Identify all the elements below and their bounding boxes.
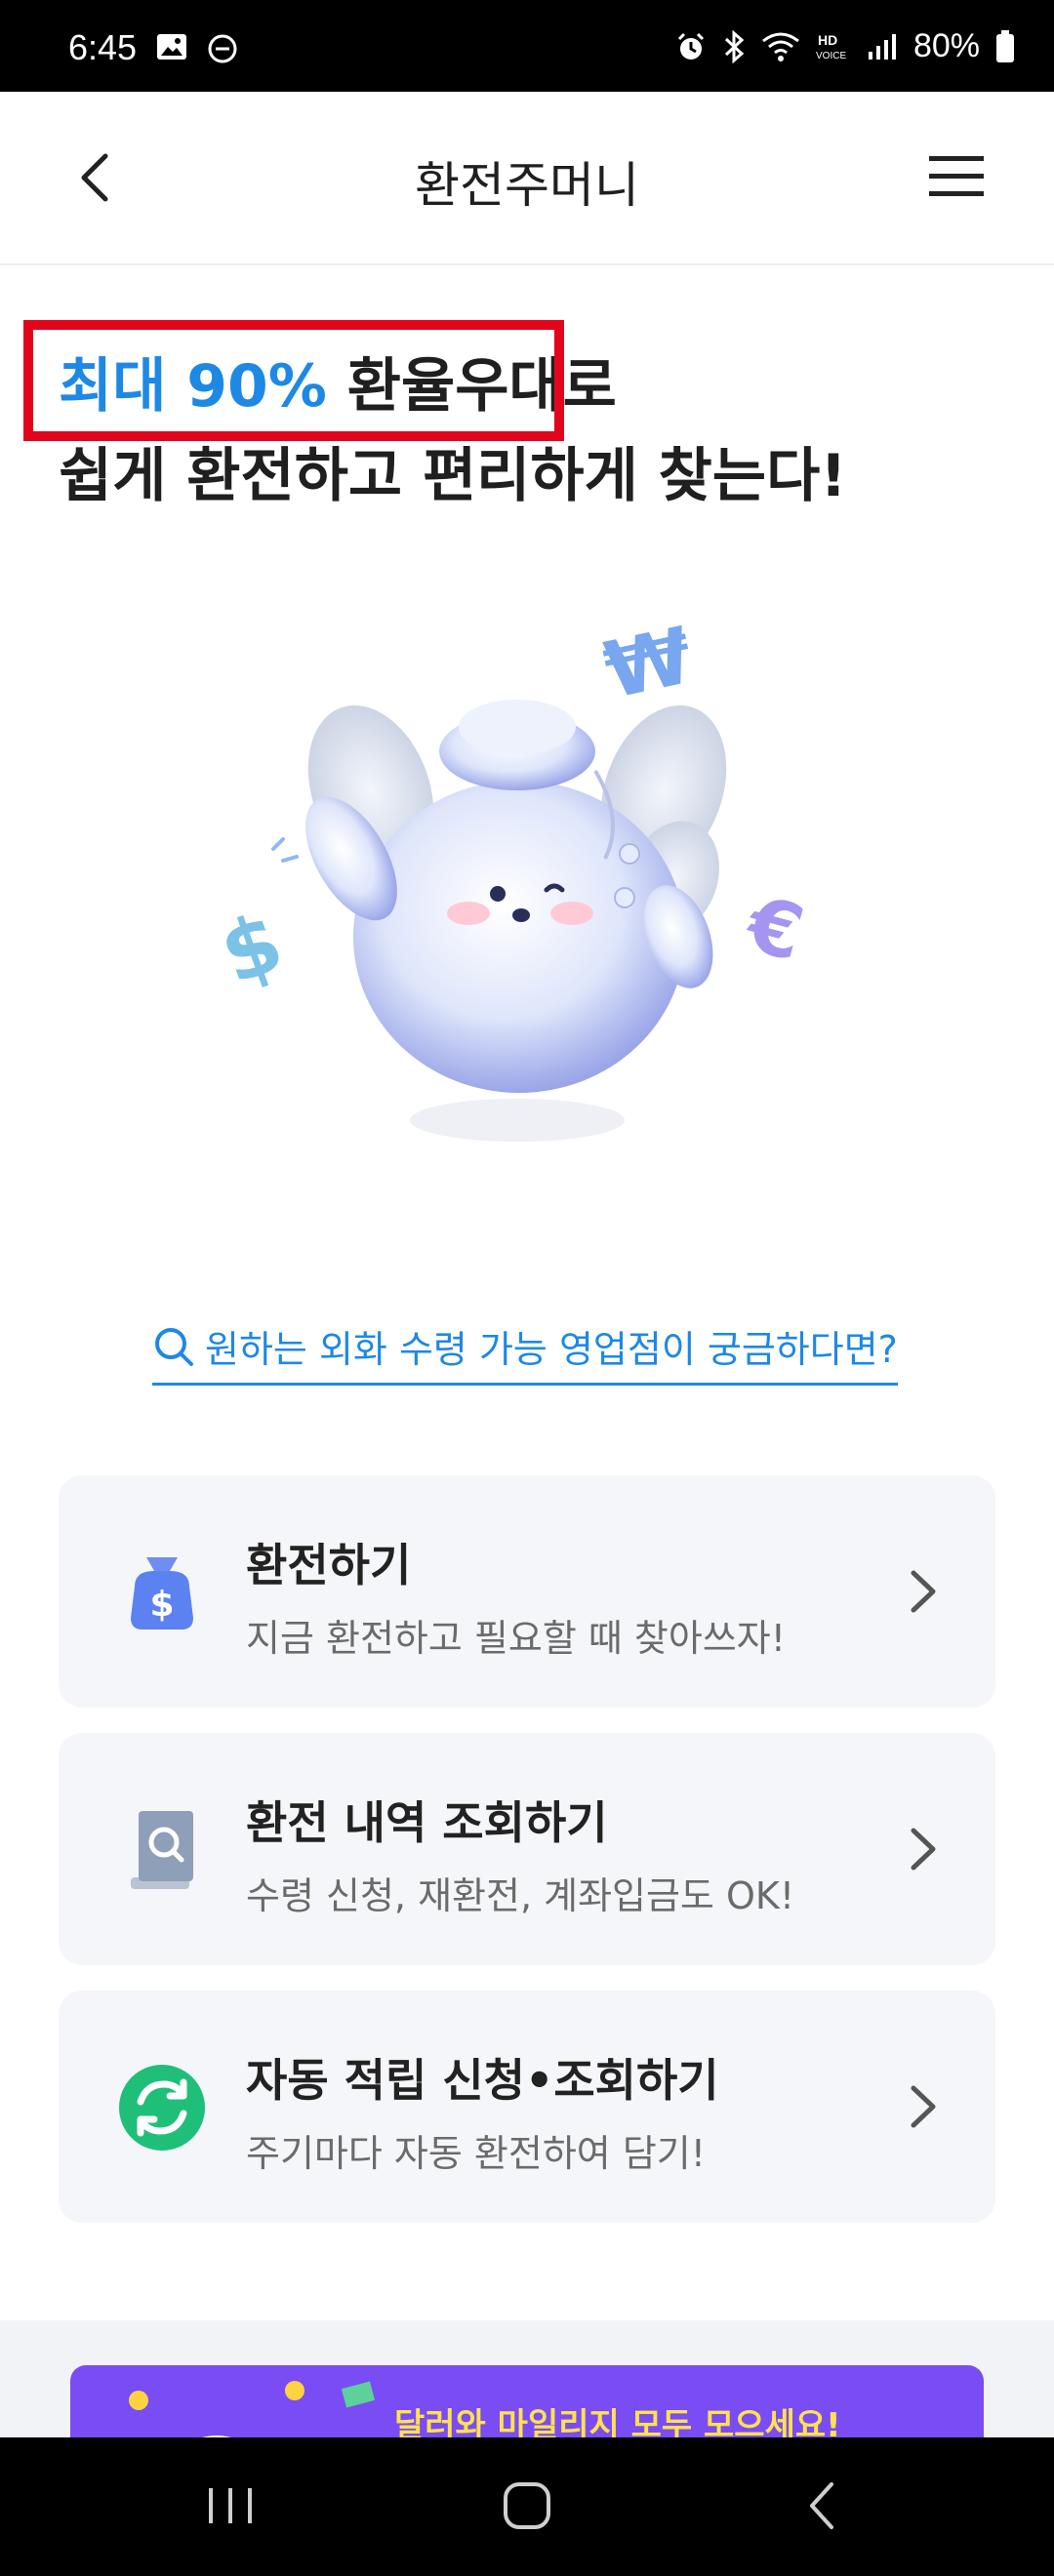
status-time: 6:45 [68, 27, 138, 67]
home-icon[interactable] [496, 2476, 558, 2535]
document-search-icon [131, 1811, 193, 1889]
svg-text:$: $ [149, 1585, 174, 1625]
svg-text:₩: ₩ [597, 610, 701, 716]
svg-text:HD: HD [818, 32, 837, 48]
gallery-icon [157, 34, 186, 60]
bluetooth-icon [724, 29, 745, 63]
auto-saving-card[interactable]: 자동 적립 신청•조회하기 주기마다 자동 환전하여 담기! [59, 1991, 995, 2223]
hd-voice-icon: HD VOICE [816, 32, 846, 61]
back-nav-icon[interactable] [792, 2476, 855, 2535]
headline-line2: 쉽게 환전하고 편리하게 찾는다! [59, 442, 847, 510]
svg-text:€: € [736, 880, 812, 980]
card-desc: 주기마다 자동 환전하여 담기! [246, 2132, 706, 2175]
app-bar: 환전주머니 [0, 92, 1054, 265]
auto-refresh-icon [119, 2065, 205, 2151]
wifi-icon [762, 32, 799, 61]
branch-search-link[interactable]: 원하는 외화 수령 가능 영업점이 궁금하다면? [152, 1319, 898, 1386]
svg-text:$: $ [215, 894, 295, 1003]
chevron-right-icon [911, 1570, 936, 1613]
branch-link-text: 원하는 외화 수령 가능 영업점이 궁금하다면? [205, 1328, 898, 1371]
recent-apps-icon[interactable] [199, 2476, 262, 2535]
chevron-right-icon [911, 1828, 936, 1871]
system-nav-bar [0, 2437, 1054, 2576]
battery-icon [996, 29, 1014, 62]
card-title: 환전하기 [246, 1539, 412, 1591]
card-title: 환전 내역 조회하기 [246, 1796, 608, 1849]
chevron-right-icon [911, 2085, 936, 2128]
card-desc: 수령 신청, 재환전, 계좌입금도 OK! [246, 1874, 795, 1917]
battery-percent: 80% [912, 27, 980, 64]
status-bar: 6:45 HD VOICE 80% [0, 0, 1054, 92]
money-bag-mascot-illustration: ₩ $ € [215, 610, 812, 1142]
search-icon [155, 1327, 193, 1366]
card-desc: 지금 환전하고 필요할 때 찾아쓰자! [246, 1617, 786, 1660]
alarm-icon [677, 32, 704, 60]
money-bag-icon: $ [131, 1557, 193, 1630]
exchange-card[interactable]: $ 환전하기 지금 환전하고 필요할 때 찾아쓰자! [59, 1475, 995, 1708]
hamburger-menu-icon[interactable] [927, 154, 986, 199]
signal-icon [868, 33, 896, 60]
page-title: 환전주머니 [415, 157, 639, 214]
highlight-box [23, 320, 564, 441]
svg-text:VOICE: VOICE [816, 51, 846, 61]
exchange-history-card[interactable]: 환전 내역 조회하기 수령 신청, 재환전, 계좌입금도 OK! [59, 1733, 995, 1965]
dnd-icon [208, 34, 237, 63]
card-title: 자동 적립 신청•조회하기 [246, 2054, 719, 2107]
